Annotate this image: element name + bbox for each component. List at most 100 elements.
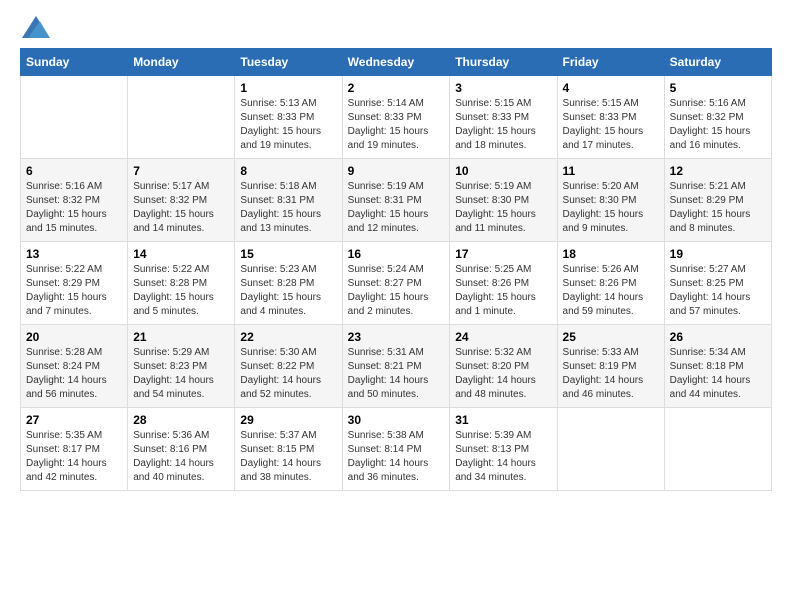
calendar-cell: 31Sunrise: 5:39 AM Sunset: 8:13 PM Dayli… bbox=[450, 408, 557, 491]
day-number: 3 bbox=[455, 81, 551, 95]
day-number: 7 bbox=[133, 164, 229, 178]
day-number: 22 bbox=[240, 330, 336, 344]
calendar-cell: 16 Sunrise: 5:24 AM Sunset: 8:27 PM Dayli… bbox=[342, 242, 450, 325]
week-row-2: 6 Sunrise: 5:16 AM Sunset: 8:32 PM Daylig… bbox=[21, 159, 772, 242]
day-number: 21 bbox=[133, 330, 229, 344]
calendar-cell: 30Sunrise: 5:38 AM Sunset: 8:14 PM Dayli… bbox=[342, 408, 450, 491]
calendar-cell: 4Sunrise: 5:15 AM Sunset: 8:33 PM Daylig… bbox=[557, 76, 664, 159]
day-info: Sunrise: 5:13 AM Sunset: 8:33 PM Dayligh… bbox=[240, 97, 336, 153]
day-number: 2 bbox=[348, 81, 445, 95]
calendar-cell: 7 Sunrise: 5:17 AM Sunset: 8:32 PM Daylig… bbox=[128, 159, 235, 242]
day-number: 13 bbox=[26, 247, 122, 261]
day-number: 17 bbox=[455, 247, 551, 261]
calendar-cell: 8 Sunrise: 5:18 AM Sunset: 8:31 PM Daylig… bbox=[235, 159, 342, 242]
calendar-cell: 15 Sunrise: 5:23 AM Sunset: 8:28 PM Dayli… bbox=[235, 242, 342, 325]
day-number: 29 bbox=[240, 413, 336, 427]
calendar-cell: 26 Sunrise: 5:34 AM Sunset: 8:18 PM Dayli… bbox=[664, 325, 771, 408]
day-header-wednesday: Wednesday bbox=[342, 49, 450, 76]
calendar-cell: 17 Sunrise: 5:25 AM Sunset: 8:26 PM Dayli… bbox=[450, 242, 557, 325]
day-number: 6 bbox=[26, 164, 122, 178]
day-header-tuesday: Tuesday bbox=[235, 49, 342, 76]
calendar-cell: 28 Sunrise: 5:36 AM Sunset: 8:16 PM Dayli… bbox=[128, 408, 235, 491]
day-info: Sunrise: 5:26 AM Sunset: 8:26 PM Dayligh… bbox=[563, 263, 659, 319]
calendar-cell: 9 Sunrise: 5:19 AM Sunset: 8:31 PM Daylig… bbox=[342, 159, 450, 242]
day-number: 11 bbox=[563, 164, 659, 178]
day-number: 15 bbox=[240, 247, 336, 261]
day-info: Sunrise: 5:22 AM Sunset: 8:28 PM Dayligh… bbox=[133, 263, 229, 319]
day-info: Sunrise: 5:20 AM Sunset: 8:30 PM Dayligh… bbox=[563, 180, 659, 236]
day-info: Sunrise: 5:21 AM Sunset: 8:29 PM Dayligh… bbox=[670, 180, 766, 236]
day-number: 23 bbox=[348, 330, 445, 344]
day-info: Sunrise: 5:16 AM Sunset: 8:32 PM Dayligh… bbox=[670, 97, 766, 153]
day-header-saturday: Saturday bbox=[664, 49, 771, 76]
day-number: 12 bbox=[670, 164, 766, 178]
day-info: Sunrise: 5:31 AM Sunset: 8:21 PM Dayligh… bbox=[348, 346, 445, 402]
calendar-cell: 18 Sunrise: 5:26 AM Sunset: 8:26 PM Dayli… bbox=[557, 242, 664, 325]
logo-icon bbox=[22, 16, 50, 38]
calendar-cell: 10 Sunrise: 5:19 AM Sunset: 8:30 PM Dayli… bbox=[450, 159, 557, 242]
calendar-cell: 1Sunrise: 5:13 AM Sunset: 8:33 PM Daylig… bbox=[235, 76, 342, 159]
calendar-cell: 29 Sunrise: 5:37 AM Sunset: 8:15 PM Dayli… bbox=[235, 408, 342, 491]
day-info: Sunrise: 5:18 AM Sunset: 8:31 PM Dayligh… bbox=[240, 180, 336, 236]
day-number: 25 bbox=[563, 330, 659, 344]
calendar-cell: 11 Sunrise: 5:20 AM Sunset: 8:30 PM Dayli… bbox=[557, 159, 664, 242]
calendar-cell: 5 Sunrise: 5:16 AM Sunset: 8:32 PM Daylig… bbox=[664, 76, 771, 159]
calendar-cell: 3 Sunrise: 5:15 AM Sunset: 8:33 PM Daylig… bbox=[450, 76, 557, 159]
week-row-4: 20Sunrise: 5:28 AM Sunset: 8:24 PM Dayli… bbox=[21, 325, 772, 408]
day-info: Sunrise: 5:34 AM Sunset: 8:18 PM Dayligh… bbox=[670, 346, 766, 402]
day-info: Sunrise: 5:23 AM Sunset: 8:28 PM Dayligh… bbox=[240, 263, 336, 319]
calendar-cell: 25Sunrise: 5:33 AM Sunset: 8:19 PM Dayli… bbox=[557, 325, 664, 408]
day-number: 8 bbox=[240, 164, 336, 178]
day-info: Sunrise: 5:25 AM Sunset: 8:26 PM Dayligh… bbox=[455, 263, 551, 319]
day-info: Sunrise: 5:14 AM Sunset: 8:33 PM Dayligh… bbox=[348, 97, 445, 153]
day-number: 26 bbox=[670, 330, 766, 344]
week-row-1: 1Sunrise: 5:13 AM Sunset: 8:33 PM Daylig… bbox=[21, 76, 772, 159]
day-info: Sunrise: 5:27 AM Sunset: 8:25 PM Dayligh… bbox=[670, 263, 766, 319]
calendar-cell: 27 Sunrise: 5:35 AM Sunset: 8:17 PM Dayli… bbox=[21, 408, 128, 491]
day-number: 10 bbox=[455, 164, 551, 178]
day-info: Sunrise: 5:24 AM Sunset: 8:27 PM Dayligh… bbox=[348, 263, 445, 319]
day-info: Sunrise: 5:19 AM Sunset: 8:30 PM Dayligh… bbox=[455, 180, 551, 236]
day-info: Sunrise: 5:22 AM Sunset: 8:29 PM Dayligh… bbox=[26, 263, 122, 319]
day-info: Sunrise: 5:28 AM Sunset: 8:24 PM Dayligh… bbox=[26, 346, 122, 402]
day-header-thursday: Thursday bbox=[450, 49, 557, 76]
day-number: 30 bbox=[348, 413, 445, 427]
day-info: Sunrise: 5:35 AM Sunset: 8:17 PM Dayligh… bbox=[26, 429, 122, 485]
calendar-cell: 20Sunrise: 5:28 AM Sunset: 8:24 PM Dayli… bbox=[21, 325, 128, 408]
day-header-friday: Friday bbox=[557, 49, 664, 76]
day-number: 28 bbox=[133, 413, 229, 427]
day-info: Sunrise: 5:36 AM Sunset: 8:16 PM Dayligh… bbox=[133, 429, 229, 485]
day-info: Sunrise: 5:37 AM Sunset: 8:15 PM Dayligh… bbox=[240, 429, 336, 485]
day-info: Sunrise: 5:17 AM Sunset: 8:32 PM Dayligh… bbox=[133, 180, 229, 236]
day-number: 9 bbox=[348, 164, 445, 178]
day-number: 5 bbox=[670, 81, 766, 95]
calendar-header-row: SundayMondayTuesdayWednesdayThursdayFrid… bbox=[21, 49, 772, 76]
calendar-cell: 19Sunrise: 5:27 AM Sunset: 8:25 PM Dayli… bbox=[664, 242, 771, 325]
calendar-cell: 2 Sunrise: 5:14 AM Sunset: 8:33 PM Daylig… bbox=[342, 76, 450, 159]
day-info: Sunrise: 5:30 AM Sunset: 8:22 PM Dayligh… bbox=[240, 346, 336, 402]
calendar-cell bbox=[128, 76, 235, 159]
day-number: 14 bbox=[133, 247, 229, 261]
day-number: 18 bbox=[563, 247, 659, 261]
day-number: 27 bbox=[26, 413, 122, 427]
calendar-cell: 14 Sunrise: 5:22 AM Sunset: 8:28 PM Dayli… bbox=[128, 242, 235, 325]
day-info: Sunrise: 5:29 AM Sunset: 8:23 PM Dayligh… bbox=[133, 346, 229, 402]
calendar-table: SundayMondayTuesdayWednesdayThursdayFrid… bbox=[20, 48, 772, 491]
day-info: Sunrise: 5:16 AM Sunset: 8:32 PM Dayligh… bbox=[26, 180, 122, 236]
calendar-cell: 24Sunrise: 5:32 AM Sunset: 8:20 PM Dayli… bbox=[450, 325, 557, 408]
day-info: Sunrise: 5:39 AM Sunset: 8:13 PM Dayligh… bbox=[455, 429, 551, 485]
calendar-cell bbox=[557, 408, 664, 491]
calendar-cell bbox=[21, 76, 128, 159]
day-header-monday: Monday bbox=[128, 49, 235, 76]
calendar-cell: 12 Sunrise: 5:21 AM Sunset: 8:29 PM Dayli… bbox=[664, 159, 771, 242]
page-header bbox=[20, 16, 772, 38]
day-header-sunday: Sunday bbox=[21, 49, 128, 76]
week-row-5: 27 Sunrise: 5:35 AM Sunset: 8:17 PM Dayli… bbox=[21, 408, 772, 491]
calendar-cell: 13 Sunrise: 5:22 AM Sunset: 8:29 PM Dayli… bbox=[21, 242, 128, 325]
calendar-cell: 22 Sunrise: 5:30 AM Sunset: 8:22 PM Dayli… bbox=[235, 325, 342, 408]
day-info: Sunrise: 5:15 AM Sunset: 8:33 PM Dayligh… bbox=[455, 97, 551, 153]
day-info: Sunrise: 5:19 AM Sunset: 8:31 PM Dayligh… bbox=[348, 180, 445, 236]
day-number: 16 bbox=[348, 247, 445, 261]
day-info: Sunrise: 5:15 AM Sunset: 8:33 PM Dayligh… bbox=[563, 97, 659, 153]
calendar-cell bbox=[664, 408, 771, 491]
